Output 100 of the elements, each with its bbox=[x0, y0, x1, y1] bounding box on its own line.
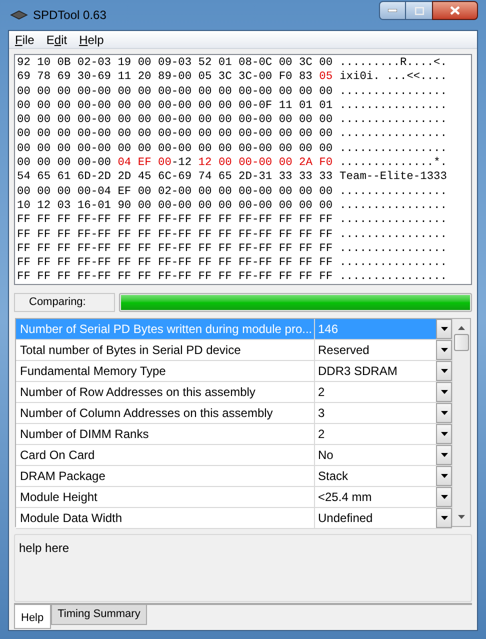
ascii-text: ixi0i. ...<<.... bbox=[340, 70, 447, 85]
scroll-thumb[interactable] bbox=[454, 334, 469, 351]
property-name: Module Data Width bbox=[16, 508, 315, 528]
dropdown-button[interactable] bbox=[436, 382, 452, 402]
property-value: Stack bbox=[317, 468, 350, 485]
caret-icon bbox=[440, 432, 448, 436]
minimize-icon bbox=[388, 9, 397, 12]
dropdown-button[interactable] bbox=[436, 361, 452, 381]
hex-bytes: 00 00 00 00-00 00 00 00-00 00 00 00-00 00 00 00 bbox=[17, 84, 333, 99]
property-row[interactable]: Fundamental Memory Type DDR3 SDRAM bbox=[16, 361, 452, 382]
property-name: Total number of Bytes in Serial PD device bbox=[16, 340, 315, 360]
close-button[interactable] bbox=[432, 1, 478, 20]
caret-icon bbox=[440, 474, 448, 478]
ascii-text: ..............*. bbox=[340, 156, 447, 170]
ascii-text: Team--Elite-1333 bbox=[340, 170, 447, 185]
caret-icon bbox=[440, 348, 448, 352]
scroll-up-icon bbox=[458, 326, 465, 330]
property-name: Module Height bbox=[16, 487, 315, 507]
close-icon bbox=[450, 6, 460, 15]
caret-icon bbox=[440, 516, 448, 520]
tab[interactable]: Help bbox=[14, 605, 51, 629]
ascii-text: .........R....<. bbox=[340, 56, 447, 70]
property-value: Reserved bbox=[317, 342, 370, 359]
caret-icon bbox=[440, 453, 448, 457]
property-value: 2 bbox=[317, 426, 326, 443]
dropdown-button[interactable] bbox=[436, 445, 452, 465]
help-text: help here bbox=[19, 541, 70, 555]
property-value: 146 bbox=[317, 321, 340, 338]
menu-item[interactable]: File bbox=[15, 30, 34, 48]
hex-bytes: 00 00 00 00-00 00 00 00-00 00 00 00-0F 11 01 01 bbox=[17, 98, 333, 114]
property-name: Fundamental Memory Type bbox=[16, 361, 315, 381]
property-value: No bbox=[317, 447, 334, 464]
property-name: DRAM Package bbox=[16, 466, 315, 486]
property-value: <25.4 mm bbox=[317, 489, 373, 506]
ascii-text: ................ bbox=[340, 198, 447, 214]
property-name: Number of Column Addresses on this assembly bbox=[16, 403, 315, 423]
menu-item[interactable]: Edit bbox=[46, 30, 68, 48]
ascii-text: ................ bbox=[340, 256, 447, 270]
hex-bytes: 00 00 00 00-00 00 00 00-00 00 00 00-00 00 00 00 bbox=[17, 142, 333, 156]
hex-bytes: 00 00 00 00-00 00 00 00-00 00 00 00-00 00 00 00 bbox=[17, 127, 333, 142]
hex-bytes: 00 00 00 00-00 04 EF 00-12 12 00 00-00 00 2A F0 bbox=[17, 156, 333, 170]
property-name: Number of Serial PD Bytes written during module pro... bbox=[16, 319, 315, 339]
property-row[interactable]: Total number of Bytes in Serial PD device Reserved bbox=[16, 340, 452, 361]
ascii-text: ................ bbox=[340, 84, 447, 99]
hex-bytes: FF FF FF FF-FF FF FF FF-FF FF FF FF-FF FF FF FF bbox=[17, 242, 333, 256]
caret-icon bbox=[440, 327, 448, 331]
menu-item[interactable]: Help bbox=[79, 30, 104, 48]
hex-bytes: FF FF FF FF-FF FF FF FF-FF FF FF FF-FF FF FF FF bbox=[17, 270, 333, 284]
property-row[interactable]: Card On Card No bbox=[16, 445, 452, 466]
property-row[interactable]: Number of Row Addresses on this assembly 2 bbox=[16, 382, 452, 403]
dropdown-button[interactable] bbox=[436, 340, 452, 360]
hex-bytes: 69 78 69 30-69 11 20 89-00 05 3C 3C-00 F0 83 05 bbox=[17, 70, 333, 85]
property-row[interactable]: Module Data Width Undefined bbox=[16, 508, 452, 529]
ascii-text: ................ bbox=[340, 113, 447, 128]
property-row[interactable]: DRAM Package Stack bbox=[16, 466, 452, 487]
property-row[interactable]: Number of DIMM Ranks 2 bbox=[16, 424, 452, 445]
ascii-text: ................ bbox=[340, 242, 447, 256]
dropdown-button[interactable] bbox=[436, 508, 452, 528]
caret-icon bbox=[440, 495, 448, 499]
caret-icon bbox=[440, 369, 448, 373]
property-value: DDR3 SDRAM bbox=[317, 363, 398, 380]
dropdown-button[interactable] bbox=[436, 424, 452, 444]
dropdown-button[interactable] bbox=[436, 487, 452, 507]
property-value: 3 bbox=[317, 405, 326, 422]
ascii-text: ................ bbox=[340, 228, 447, 242]
property-name: Number of DIMM Ranks bbox=[16, 424, 315, 444]
window-title: SPDTool 0.63 bbox=[33, 7, 106, 24]
maximize-icon bbox=[414, 6, 424, 14]
ascii-text: ................ bbox=[340, 127, 447, 142]
caret-icon bbox=[440, 390, 448, 394]
hex-bytes: 54 65 61 6D-2D 2D 45 6C-69 74 65 2D-31 33 33 33 bbox=[17, 170, 333, 185]
hex-bytes: 00 00 00 00-04 EF 00 02-00 00 00 00-00 00 00 00 bbox=[17, 184, 333, 199]
dropdown-button[interactable] bbox=[436, 403, 452, 423]
tab[interactable]: Timing Summary bbox=[50, 605, 148, 625]
maximize-button[interactable] bbox=[406, 1, 432, 20]
scroll-down-icon bbox=[458, 515, 465, 519]
ascii-text: ................ bbox=[340, 270, 447, 284]
property-row[interactable]: Number of Column Addresses on this assembly 3 bbox=[16, 403, 452, 424]
chip-icon bbox=[10, 10, 28, 20]
ascii-text: ................ bbox=[340, 142, 447, 156]
property-name: Number of Row Addresses on this assembly bbox=[16, 382, 315, 402]
hex-bytes: 10 12 03 16-01 90 00 00-00 00 00 00-00 00 00 00 bbox=[17, 198, 333, 214]
hex-bytes: 92 10 0B 02-03 19 00 09-03 52 01 08-0C 00 3C 00 bbox=[17, 56, 333, 70]
ascii-text: ................ bbox=[340, 98, 447, 114]
property-name: Card On Card bbox=[16, 445, 315, 465]
hex-bytes: FF FF FF FF-FF FF FF FF-FF FF FF FF-FF FF FF FF bbox=[17, 256, 333, 270]
caret-icon bbox=[440, 411, 448, 415]
minimize-button[interactable] bbox=[379, 1, 406, 20]
status-label: Comparing: bbox=[14, 292, 115, 312]
dropdown-button[interactable] bbox=[436, 466, 452, 486]
ascii-text: ................ bbox=[340, 213, 447, 228]
ascii-text: ................ bbox=[340, 184, 447, 199]
dropdown-button[interactable] bbox=[436, 319, 452, 339]
hex-bytes: 00 00 00 00-00 00 00 00-00 00 00 00-00 00 00 00 bbox=[17, 113, 333, 128]
hex-bytes: FF FF FF FF-FF FF FF FF-FF FF FF FF-FF FF FF FF bbox=[17, 228, 333, 242]
hex-bytes: FF FF FF FF-FF FF FF FF-FF FF FF FF-FF FF FF FF bbox=[17, 213, 333, 228]
scrollbar[interactable] bbox=[452, 319, 470, 526]
property-row[interactable]: Module Height <25.4 mm bbox=[16, 487, 452, 508]
property-value: 2 bbox=[317, 384, 326, 401]
property-value: Undefined bbox=[317, 510, 374, 527]
